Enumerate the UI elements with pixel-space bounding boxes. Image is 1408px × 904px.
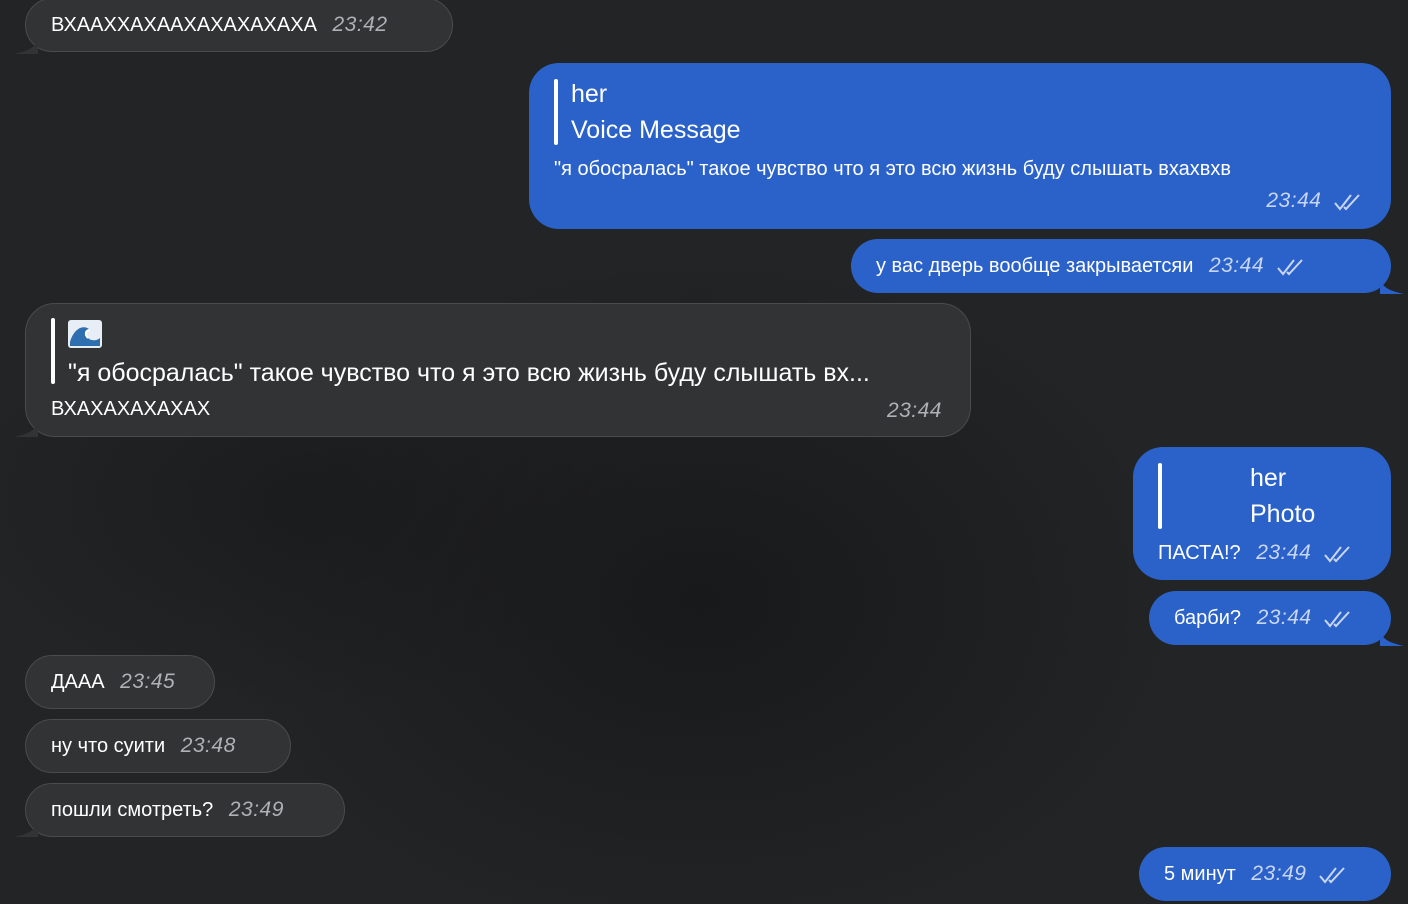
message-time: 23:49 xyxy=(1251,862,1307,885)
message-text: "я обосралась" такое чувство что я это в… xyxy=(554,158,1231,180)
outgoing-message[interactable]: her Voice Message "я обосралась" такое ч… xyxy=(529,63,1391,229)
outgoing-message[interactable]: у вас дверь вообще закрываетсяи 23:44 xyxy=(851,239,1391,293)
message-text: ВХАХАХАХАХАХ xyxy=(51,398,211,420)
message-text: барби? xyxy=(1174,607,1241,629)
reply-quote-bar xyxy=(554,79,558,145)
message-text: 5 минут xyxy=(1164,863,1236,885)
outgoing-message[interactable]: her Photo ПАСТА!? 23:44 xyxy=(1133,447,1391,580)
message-text: ВХААХХАХААХАХАХАХАХА xyxy=(51,14,317,36)
bubble-tail xyxy=(14,38,38,54)
message-text: пошли смотреть? xyxy=(51,799,214,821)
water-wave-emoji-icon xyxy=(68,320,102,348)
message-text: ПАСТА!? xyxy=(1158,542,1241,564)
read-checkmarks-icon xyxy=(1334,194,1360,211)
reply-quote-bar xyxy=(1158,463,1162,529)
bubble-tail xyxy=(1380,630,1404,646)
bubble-tail xyxy=(14,421,38,437)
message-time: 23:48 xyxy=(180,734,236,757)
incoming-message[interactable]: пошли смотреть? 23:49 xyxy=(25,783,345,837)
message-time: 23:44 xyxy=(1256,541,1312,564)
message-time: 23:44 xyxy=(1266,189,1322,212)
bubble-tail xyxy=(1380,278,1404,294)
message-text: ДААА xyxy=(51,671,105,693)
outgoing-message[interactable]: барби? 23:44 xyxy=(1149,591,1391,645)
message-time: 23:45 xyxy=(120,670,176,693)
reply-author: her xyxy=(571,80,608,108)
incoming-message[interactable]: ВХААХХАХААХАХАХАХАХА 23:42 xyxy=(25,0,453,52)
reply-author: her xyxy=(1250,464,1287,492)
message-time: 23:44 xyxy=(1208,254,1265,277)
incoming-message[interactable]: ну что суити 23:48 xyxy=(25,719,291,773)
message-text: у вас дверь вообще закрываетсяи xyxy=(876,255,1194,277)
message-time: 23:49 xyxy=(228,798,284,821)
message-text: ну что суити xyxy=(51,735,166,757)
incoming-message[interactable]: ДААА 23:45 xyxy=(25,655,215,709)
read-checkmarks-icon xyxy=(1324,546,1350,563)
reply-type: Photo xyxy=(1250,500,1316,528)
read-checkmarks-icon xyxy=(1276,259,1303,276)
reply-text: "я обосралась" такое чувство что я это в… xyxy=(68,359,870,387)
read-checkmarks-icon xyxy=(1324,611,1350,628)
incoming-message[interactable]: "я обосралась" такое чувство что я это в… xyxy=(25,303,971,437)
message-time: 23:44 xyxy=(1256,606,1312,629)
read-checkmarks-icon xyxy=(1319,867,1345,884)
reply-quote-bar xyxy=(51,318,55,384)
outgoing-message[interactable]: 5 минут 23:49 xyxy=(1139,847,1391,901)
message-time: 23:44 xyxy=(886,399,942,422)
message-time: 23:42 xyxy=(332,13,388,36)
bubble-tail xyxy=(14,821,38,837)
reply-type: Voice Message xyxy=(571,116,741,144)
